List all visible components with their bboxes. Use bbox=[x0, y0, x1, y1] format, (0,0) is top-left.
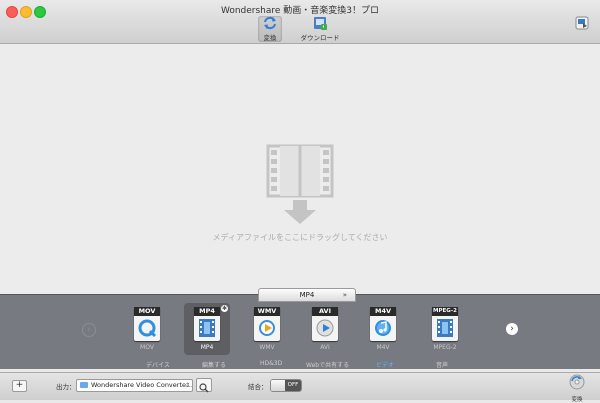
window-title: Wondershare 動画・音楽変換3！プロ bbox=[220, 6, 380, 16]
download-icon bbox=[314, 17, 327, 30]
merge-label: 結合： bbox=[248, 383, 268, 391]
chevron-left-icon: ‹ bbox=[87, 325, 91, 335]
convert-button[interactable]: 変換 bbox=[566, 374, 588, 403]
format-label: MOV bbox=[140, 344, 154, 351]
itunes-icon: M4V bbox=[370, 307, 396, 341]
convert-label: 変換 bbox=[571, 397, 583, 403]
bottom-bar: + 出力： Wondershare Video Converte... ⇕ 結合… bbox=[0, 372, 600, 403]
format-item-wmv[interactable]: WMV WMV bbox=[244, 303, 290, 355]
search-icon bbox=[199, 383, 209, 393]
folder-icon bbox=[80, 382, 88, 388]
format-item-mp4[interactable]: ✱ MP4 MP4 bbox=[184, 303, 230, 355]
title-bar: Wondershare 動画・音楽変換3！プロ 変換 ダウンロード bbox=[0, 0, 600, 44]
format-label: MP4 bbox=[200, 344, 214, 351]
format-item-avi[interactable]: AVI AVI bbox=[302, 303, 348, 355]
play-icon: AVI bbox=[312, 307, 338, 341]
tab-video[interactable]: ビデオ bbox=[376, 360, 394, 369]
toggle-knob bbox=[271, 380, 286, 391]
merge-toggle[interactable]: OFF bbox=[270, 379, 302, 392]
toolbar-convert-button[interactable]: 変換 bbox=[258, 16, 282, 42]
formats-next-button[interactable]: › bbox=[506, 323, 518, 335]
output-folder-value: Wondershare Video Converte... bbox=[91, 381, 193, 389]
film-drop-icon bbox=[266, 144, 334, 224]
output-label: 出力： bbox=[56, 383, 76, 391]
format-tag: WMV bbox=[254, 307, 280, 316]
format-tag: MOV bbox=[134, 307, 160, 316]
format-dropdown[interactable]: MP4 » bbox=[258, 288, 356, 302]
quicktime-icon: MOV bbox=[134, 307, 160, 341]
format-label: MPEG-2 bbox=[433, 344, 457, 351]
film-strip-icon: MPEG-2 bbox=[432, 307, 458, 341]
tab-web-share[interactable]: Webで共有する bbox=[306, 360, 349, 369]
toolbar-download-button[interactable]: ダウンロード bbox=[298, 16, 342, 42]
convert-disc-icon bbox=[569, 374, 585, 390]
windows-media-play-icon: WMV bbox=[254, 307, 280, 341]
format-label: M4V bbox=[376, 344, 390, 351]
plus-icon: + bbox=[15, 380, 24, 390]
merge-toggle-state: OFF bbox=[285, 380, 301, 391]
format-label: AVI bbox=[320, 344, 330, 351]
output-folder-select[interactable]: Wondershare Video Converte... ⇕ bbox=[76, 379, 193, 392]
format-item-mov[interactable]: MOV MOV bbox=[124, 303, 170, 355]
format-item-m4v[interactable]: M4V M4V bbox=[360, 303, 406, 355]
format-tag: M4V bbox=[370, 307, 396, 316]
drop-hint-text: メディアファイルをここにドラッグしてください bbox=[212, 233, 388, 242]
media-drop-zone[interactable]: メディアファイルをここにドラッグしてください bbox=[0, 44, 600, 294]
toolbar-download-label: ダウンロード bbox=[300, 34, 340, 42]
category-tabs: デバイス 編集する HD&3D Webで共有する ビデオ 音声 bbox=[130, 358, 480, 370]
add-files-button[interactable]: + bbox=[12, 380, 27, 392]
task-schedule-icon[interactable] bbox=[575, 16, 589, 30]
settings-gear-icon[interactable]: ✱ bbox=[221, 305, 228, 312]
chevron-updown-icon: ⇕ bbox=[184, 382, 190, 389]
tab-devices[interactable]: デバイス bbox=[146, 360, 170, 369]
tab-hd-3d[interactable]: HD&3D bbox=[260, 360, 282, 367]
formats-prev-button[interactable]: ‹ bbox=[82, 323, 96, 337]
format-tag: MPEG-2 bbox=[432, 307, 458, 316]
format-item-mpeg2[interactable]: MPEG-2 MPEG-2 bbox=[422, 303, 468, 355]
chevron-down-icon: » bbox=[342, 291, 347, 299]
format-tag: AVI bbox=[312, 307, 338, 316]
format-label: WMV bbox=[259, 344, 275, 351]
tab-audio[interactable]: 音声 bbox=[436, 360, 448, 369]
film-strip-icon: MP4 bbox=[194, 307, 220, 341]
chevron-right-icon: › bbox=[510, 324, 514, 334]
format-tag: MP4 bbox=[194, 307, 220, 316]
tab-edit[interactable]: 編集する bbox=[202, 360, 226, 369]
convert-icon bbox=[264, 16, 276, 30]
format-dropdown-value: MP4 bbox=[299, 291, 315, 299]
toolbar-convert-label: 変換 bbox=[263, 34, 277, 42]
open-output-folder-button[interactable] bbox=[196, 378, 212, 393]
